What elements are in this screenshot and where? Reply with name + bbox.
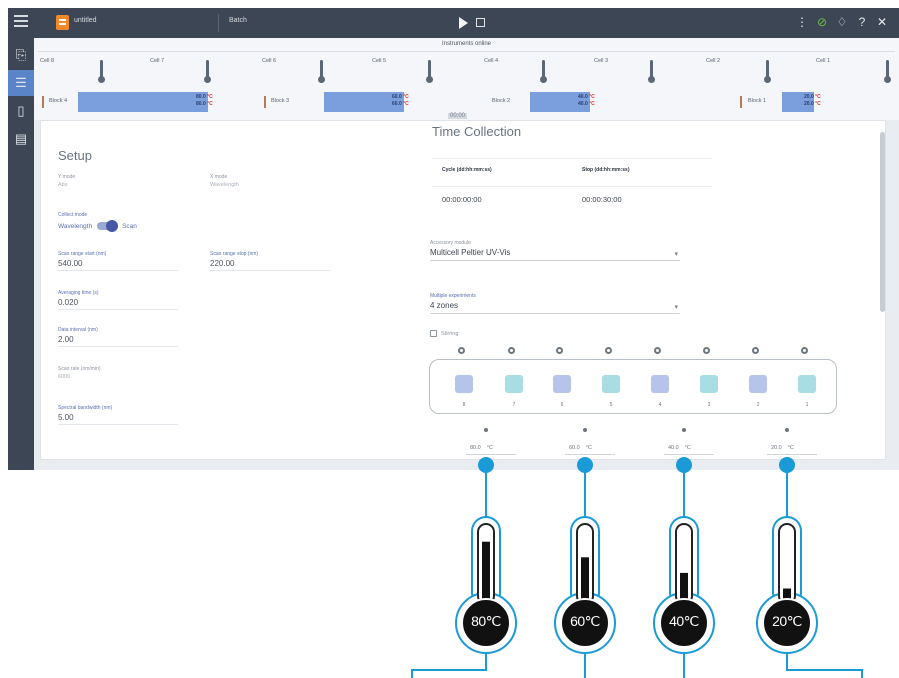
leader-line — [411, 653, 487, 678]
callout-marker — [478, 457, 494, 473]
callout-temperature-label: 40℃ — [669, 613, 699, 629]
callout-temperature-label: 60℃ — [570, 613, 600, 629]
callout-marker — [779, 457, 795, 473]
callout-temperature-label: 20℃ — [772, 613, 802, 629]
callout-temperature-label: 80℃ — [471, 613, 501, 629]
leader-line — [786, 653, 863, 678]
callout-marker — [676, 457, 692, 473]
callout-marker — [577, 457, 593, 473]
thermometer-callouts — [411, 457, 863, 678]
